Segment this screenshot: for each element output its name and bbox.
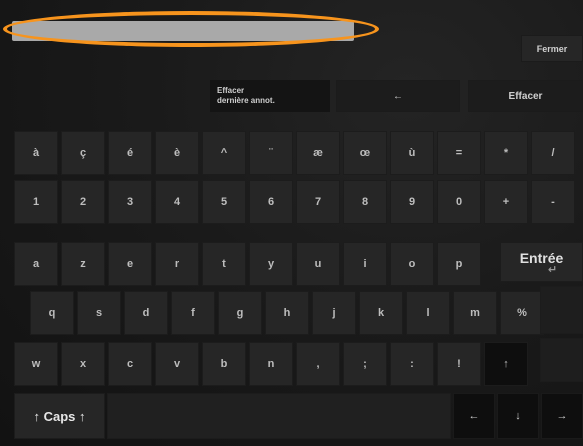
key-number-6[interactable]: 7: [296, 180, 340, 224]
key-letter-home-1[interactable]: s: [77, 291, 121, 335]
key-number-7[interactable]: 8: [343, 180, 387, 224]
key-letter-top-9[interactable]: p: [437, 242, 481, 286]
key-letter-home-6[interactable]: j: [312, 291, 356, 335]
key-letter-home-9[interactable]: m: [453, 291, 497, 335]
key-accent-6[interactable]: æ: [296, 131, 340, 175]
arrow-right-icon: →: [556, 410, 568, 422]
key-number-11[interactable]: -: [531, 180, 575, 224]
key-accent-5[interactable]: ¨: [249, 131, 293, 175]
clear-annotation-line2: dernière annot.: [217, 96, 275, 105]
key-letter-top-5[interactable]: y: [249, 242, 293, 286]
blank-key: [540, 338, 583, 382]
key-letter-bottom-7[interactable]: ;: [343, 342, 387, 386]
key-letter-bottom-4[interactable]: b: [202, 342, 246, 386]
key-letter-top-3[interactable]: r: [155, 242, 199, 286]
enter-key-lower[interactable]: [540, 286, 583, 334]
arrow-down-icon: ↓: [515, 410, 521, 422]
key-number-1[interactable]: 2: [61, 180, 105, 224]
key-letter-home-3[interactable]: f: [171, 291, 215, 335]
clear-annotation-line1: Effacer: [217, 86, 245, 95]
key-letter-home-7[interactable]: k: [359, 291, 403, 335]
arrow-left-icon: ←: [468, 410, 480, 422]
onscreen-keyboard-screen: Fermer Effacer dernière annot. ← Effacer…: [0, 0, 583, 446]
key-letter-home-0[interactable]: q: [30, 291, 74, 335]
key-letter-top-8[interactable]: o: [390, 242, 434, 286]
key-accent-3[interactable]: è: [155, 131, 199, 175]
key-letter-home-8[interactable]: l: [406, 291, 450, 335]
caps-lock-key[interactable]: ↑ Caps ↑: [14, 393, 105, 439]
key-accent-9[interactable]: =: [437, 131, 481, 175]
key-letter-bottom-5[interactable]: n: [249, 342, 293, 386]
backspace-icon: ←: [393, 90, 403, 102]
key-accent-4[interactable]: ^: [202, 131, 246, 175]
clear-button[interactable]: Effacer: [468, 80, 583, 112]
key-number-10[interactable]: +: [484, 180, 528, 224]
key-number-5[interactable]: 6: [249, 180, 293, 224]
key-letter-bottom-2[interactable]: c: [108, 342, 152, 386]
key-accent-10[interactable]: *: [484, 131, 528, 175]
key-number-8[interactable]: 9: [390, 180, 434, 224]
key-letter-top-2[interactable]: e: [108, 242, 152, 286]
shift-key[interactable]: ↑: [484, 342, 528, 386]
arrow-left-key[interactable]: ←: [453, 393, 495, 439]
key-accent-2[interactable]: é: [108, 131, 152, 175]
clear-last-annotation-label: Effacer dernière annot.: [217, 86, 275, 106]
key-letter-top-7[interactable]: i: [343, 242, 387, 286]
arrow-right-key[interactable]: →: [541, 393, 583, 439]
key-letter-home-4[interactable]: g: [218, 291, 262, 335]
key-number-3[interactable]: 4: [155, 180, 199, 224]
key-letter-home-5[interactable]: h: [265, 291, 309, 335]
key-number-2[interactable]: 3: [108, 180, 152, 224]
key-letter-bottom-8[interactable]: :: [390, 342, 434, 386]
key-letter-top-4[interactable]: t: [202, 242, 246, 286]
key-letter-bottom-6[interactable]: ,: [296, 342, 340, 386]
enter-key[interactable]: Entrée ↵: [500, 242, 583, 282]
key-number-9[interactable]: 0: [437, 180, 481, 224]
key-letter-bottom-1[interactable]: x: [61, 342, 105, 386]
key-accent-7[interactable]: œ: [343, 131, 387, 175]
key-accent-11[interactable]: /: [531, 131, 575, 175]
text-input-field[interactable]: [12, 21, 354, 41]
space-bar[interactable]: [107, 393, 451, 439]
key-letter-top-1[interactable]: z: [61, 242, 105, 286]
clear-last-annotation-button[interactable]: Effacer dernière annot.: [210, 80, 330, 112]
key-letter-bottom-3[interactable]: v: [155, 342, 199, 386]
return-icon: ↵: [547, 264, 558, 276]
key-number-0[interactable]: 1: [14, 180, 58, 224]
arrow-down-key[interactable]: ↓: [497, 393, 539, 439]
key-letter-bottom-0[interactable]: w: [14, 342, 58, 386]
key-accent-1[interactable]: ç: [61, 131, 105, 175]
key-letter-home-10[interactable]: %: [500, 291, 544, 335]
key-letter-bottom-9[interactable]: !: [437, 342, 481, 386]
key-accent-0[interactable]: à: [14, 131, 58, 175]
backspace-button[interactable]: ←: [336, 80, 460, 112]
key-letter-top-6[interactable]: u: [296, 242, 340, 286]
key-letter-top-0[interactable]: a: [14, 242, 58, 286]
key-number-4[interactable]: 5: [202, 180, 246, 224]
close-button[interactable]: Fermer: [521, 35, 583, 62]
key-accent-8[interactable]: ù: [390, 131, 434, 175]
key-letter-home-2[interactable]: d: [124, 291, 168, 335]
